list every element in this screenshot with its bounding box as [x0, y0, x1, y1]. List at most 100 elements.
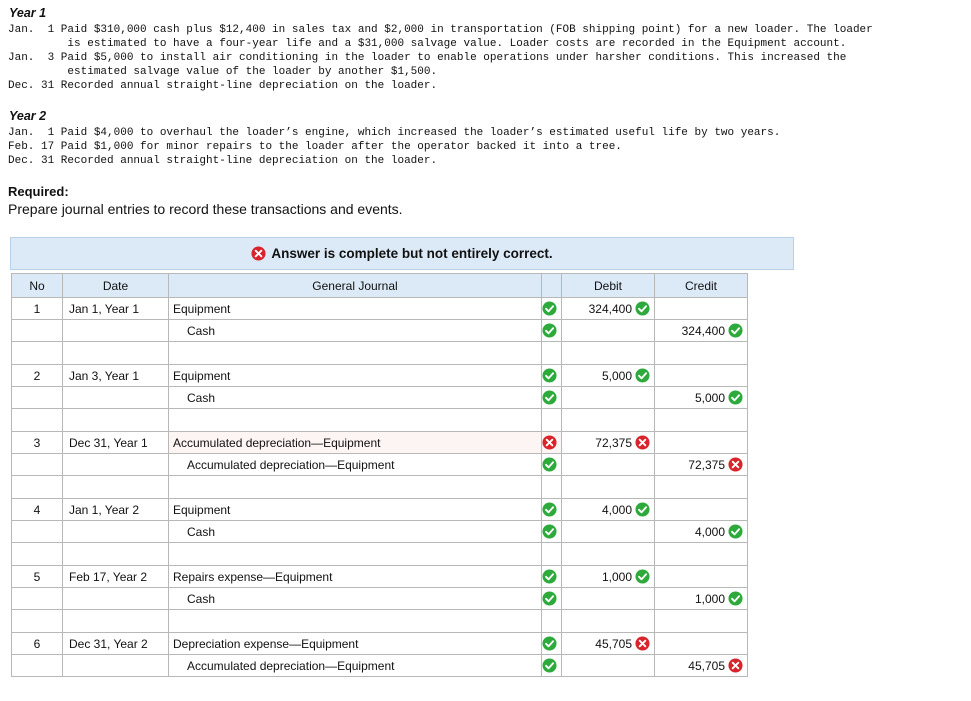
- blank-cell: [11, 542, 63, 566]
- blank-cell[interactable]: [561, 542, 655, 566]
- credit-account[interactable]: Cash: [168, 319, 542, 342]
- entry-date[interactable]: [62, 453, 169, 476]
- header-general-journal: General Journal: [168, 273, 542, 298]
- entry-date[interactable]: Jan 1, Year 1: [62, 297, 169, 320]
- entry-date[interactable]: Feb 17, Year 2: [62, 565, 169, 588]
- debit-account[interactable]: Accumulated depreciation—Equipment: [168, 431, 542, 454]
- debit-amount[interactable]: 45,705: [561, 632, 655, 655]
- account-status: [541, 565, 562, 588]
- credit-account[interactable]: Cash: [168, 386, 542, 409]
- blank-cell[interactable]: [654, 408, 748, 432]
- credit-amount[interactable]: 1,000: [654, 587, 748, 610]
- account-status: [541, 654, 562, 677]
- credit-amount[interactable]: [654, 364, 748, 387]
- credit-amount[interactable]: 4,000: [654, 520, 748, 543]
- credit-account[interactable]: Accumulated depreciation—Equipment: [168, 654, 542, 677]
- entry-date[interactable]: [62, 520, 169, 543]
- blank-cell[interactable]: [62, 475, 169, 499]
- blank-cell[interactable]: [62, 341, 169, 365]
- debit-amount[interactable]: [561, 319, 655, 342]
- blank-cell: [541, 341, 562, 365]
- entry-no: [11, 654, 63, 677]
- credit-amount[interactable]: 5,000: [654, 386, 748, 409]
- credit-value: 45,705: [688, 658, 725, 673]
- blank-cell[interactable]: [654, 475, 748, 499]
- header-no: No: [11, 273, 63, 298]
- check-circle-icon: [728, 591, 743, 606]
- debit-value: 72,375: [595, 435, 632, 450]
- transaction-line: Dec. 31 Recorded annual straight-line de…: [8, 80, 438, 92]
- debit-account[interactable]: Equipment: [168, 364, 542, 387]
- required-text: Prepare journal entries to record these …: [8, 201, 403, 217]
- debit-amount[interactable]: 324,400: [561, 297, 655, 320]
- credit-amount[interactable]: 72,375: [654, 453, 748, 476]
- credit-amount[interactable]: 45,705: [654, 654, 748, 677]
- blank-cell[interactable]: [168, 475, 542, 499]
- debit-amount[interactable]: 5,000: [561, 364, 655, 387]
- blank-cell[interactable]: [561, 475, 655, 499]
- blank-cell[interactable]: [168, 609, 542, 633]
- debit-amount[interactable]: [561, 520, 655, 543]
- credit-value: 72,375: [688, 457, 725, 472]
- transaction-line: Jan. 1 Paid $4,000 to overhaul the loade…: [8, 127, 781, 139]
- check-circle-icon: [542, 658, 557, 673]
- banner-text: Answer is complete but not entirely corr…: [271, 246, 553, 261]
- credit-amount[interactable]: 324,400: [654, 319, 748, 342]
- credit-amount[interactable]: [654, 498, 748, 521]
- debit-amount[interactable]: [561, 453, 655, 476]
- entry-date[interactable]: [62, 386, 169, 409]
- blank-cell[interactable]: [168, 341, 542, 365]
- debit-account[interactable]: Equipment: [168, 297, 542, 320]
- entry-date[interactable]: Dec 31, Year 1: [62, 431, 169, 454]
- credit-amount[interactable]: [654, 431, 748, 454]
- credit-amount[interactable]: [654, 632, 748, 655]
- blank-cell[interactable]: [62, 542, 169, 566]
- year1-transactions: Jan. 1 Paid $310,000 cash plus $12,400 i…: [8, 23, 873, 93]
- check-circle-icon: [542, 524, 557, 539]
- debit-amount[interactable]: [561, 386, 655, 409]
- blank-cell[interactable]: [561, 341, 655, 365]
- blank-cell[interactable]: [168, 542, 542, 566]
- debit-amount[interactable]: 4,000: [561, 498, 655, 521]
- account-status: [541, 431, 562, 454]
- debit-account[interactable]: Repairs expense—Equipment: [168, 565, 542, 588]
- blank-cell[interactable]: [654, 609, 748, 633]
- check-circle-icon: [728, 390, 743, 405]
- credit-account[interactable]: Cash: [168, 520, 542, 543]
- debit-value: 1,000: [601, 569, 632, 584]
- debit-amount[interactable]: [561, 654, 655, 677]
- blank-cell[interactable]: [561, 609, 655, 633]
- debit-account[interactable]: Equipment: [168, 498, 542, 521]
- blank-cell[interactable]: [62, 609, 169, 633]
- blank-cell[interactable]: [654, 542, 748, 566]
- blank-cell: [11, 475, 63, 499]
- table-row: Accumulated depreciation—Equipment 45,705: [11, 654, 748, 677]
- credit-amount[interactable]: [654, 565, 748, 588]
- debit-account[interactable]: Depreciation expense—Equipment: [168, 632, 542, 655]
- account-status: [541, 297, 562, 320]
- entry-date[interactable]: [62, 587, 169, 610]
- entry-date[interactable]: Jan 3, Year 1: [62, 364, 169, 387]
- table-header-row: No Date General Journal Debit Credit: [11, 273, 748, 298]
- debit-amount[interactable]: 1,000: [561, 565, 655, 588]
- entry-date[interactable]: [62, 654, 169, 677]
- credit-value: 5,000: [694, 390, 725, 405]
- debit-amount[interactable]: 72,375: [561, 431, 655, 454]
- transaction-line: is estimated to have a four-year life an…: [8, 38, 847, 50]
- entry-no: [11, 386, 63, 409]
- blank-cell[interactable]: [561, 408, 655, 432]
- entry-date[interactable]: [62, 319, 169, 342]
- entry-date[interactable]: Jan 1, Year 2: [62, 498, 169, 521]
- x-circle-icon: [635, 636, 650, 651]
- credit-amount[interactable]: [654, 297, 748, 320]
- blank-cell[interactable]: [62, 408, 169, 432]
- debit-amount[interactable]: [561, 587, 655, 610]
- blank-cell[interactable]: [168, 408, 542, 432]
- blank-cell[interactable]: [654, 341, 748, 365]
- credit-account[interactable]: Cash: [168, 587, 542, 610]
- blank-cell: [541, 542, 562, 566]
- credit-account[interactable]: Accumulated depreciation—Equipment: [168, 453, 542, 476]
- table-row: 1 Jan 1, Year 1 Equipment 324,400: [11, 297, 748, 320]
- check-circle-icon: [542, 569, 557, 584]
- entry-date[interactable]: Dec 31, Year 2: [62, 632, 169, 655]
